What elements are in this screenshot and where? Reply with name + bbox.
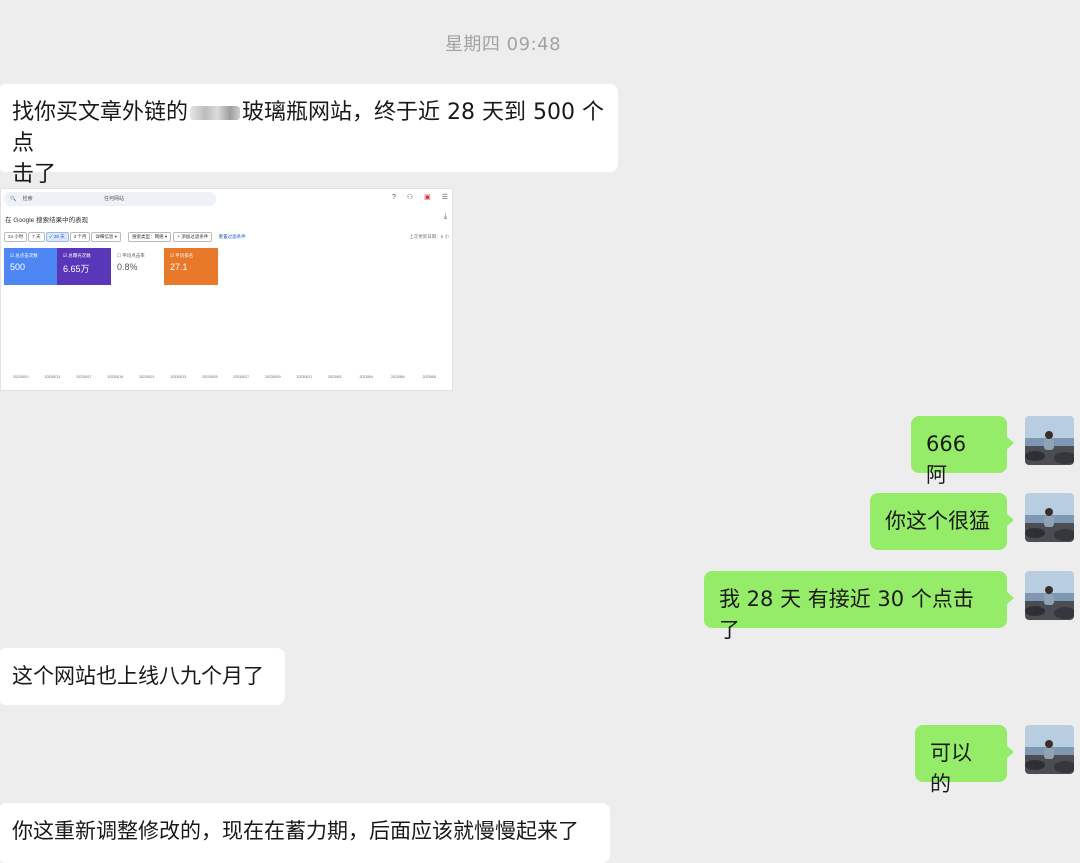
x-tick-label: 2023/5/13 — [44, 375, 61, 379]
x-tick-label: 2023/5/21 — [139, 375, 155, 379]
avatar[interactable] — [1025, 493, 1074, 542]
x-tick-label: 2023/6/4 — [359, 375, 374, 379]
message-text: 可以的 — [930, 741, 972, 796]
message-text: 这个网站也上线八九个月了 — [12, 664, 264, 688]
avatar[interactable] — [1025, 416, 1074, 465]
avatar-photo-icon — [1025, 493, 1074, 542]
x-tick-label: 2023/5/19 — [107, 375, 124, 379]
avatar[interactable] — [1025, 725, 1074, 774]
message-text: 666 阿 — [926, 432, 967, 487]
message-text-line2: 击了 — [12, 162, 57, 187]
message-bubble-left[interactable]: 这个网站也上线八九个月了 — [0, 648, 285, 705]
x-tick-label: 2023/6/8 — [422, 375, 437, 379]
x-axis-ticks: 2023/5/10 2023/5/13 2023/5/17 2023/5/19 2023… — [1, 375, 452, 383]
x-tick-label: 2023/5/23 — [170, 375, 187, 379]
message-text: 你这重新调整修改的，现在在蓄力期，后面应该就慢慢起来了 — [12, 819, 579, 843]
avatar-photo-icon — [1025, 725, 1074, 774]
x-tick-label: 2023/5/29 — [265, 375, 281, 379]
message-bubble-right[interactable]: 你这个很猛 — [870, 493, 1014, 550]
message-bubble-right[interactable]: 666 阿 — [911, 416, 1014, 487]
message-text: 找你买文章外链的 玻璃瓶网站，终于近 28 天到 500 个点 — [12, 100, 604, 156]
message-bubble-left[interactable]: 找你买文章外链的 玻璃瓶网站，终于近 28 天到 500 个点 击了 — [0, 84, 618, 187]
message-text: 你这个很猛 — [885, 509, 990, 533]
avatar[interactable] — [1025, 571, 1074, 620]
message-text: 我 28 天 有接近 30 个点击了 — [719, 587, 974, 642]
message-bubble-right[interactable]: 可以的 — [915, 725, 1014, 796]
avatar-photo-icon — [1025, 416, 1074, 465]
x-tick-label: 2023/5/10 — [13, 375, 29, 379]
redacted-blur — [190, 106, 241, 120]
search-console-screenshot[interactable]: 🔍 检索 任何网站 ? ⚇ ▣ ☰ 在 Google 搜索结果中的表现 ⤓ 24… — [0, 188, 453, 391]
avatar-photo-icon — [1025, 571, 1074, 620]
x-tick-label: 2023/6/2 — [328, 375, 342, 379]
message-bubble-left[interactable]: 你这重新调整修改的，现在在蓄力期，后面应该就慢慢起来了 — [0, 803, 610, 863]
x-tick-label: 2023/6/6 — [391, 375, 405, 379]
chat-timestamp: 星期四 09:48 — [444, 34, 562, 55]
x-tick-label: 2023/5/31 — [296, 375, 313, 379]
performance-line-chart — [1, 189, 453, 391]
x-tick-label: 2023/5/17 — [76, 375, 92, 379]
x-tick-label: 2023/5/25 — [202, 375, 218, 379]
message-bubble-right[interactable]: 我 28 天 有接近 30 个点击了 — [704, 571, 1014, 642]
x-tick-label: 2023/5/27 — [233, 375, 250, 379]
